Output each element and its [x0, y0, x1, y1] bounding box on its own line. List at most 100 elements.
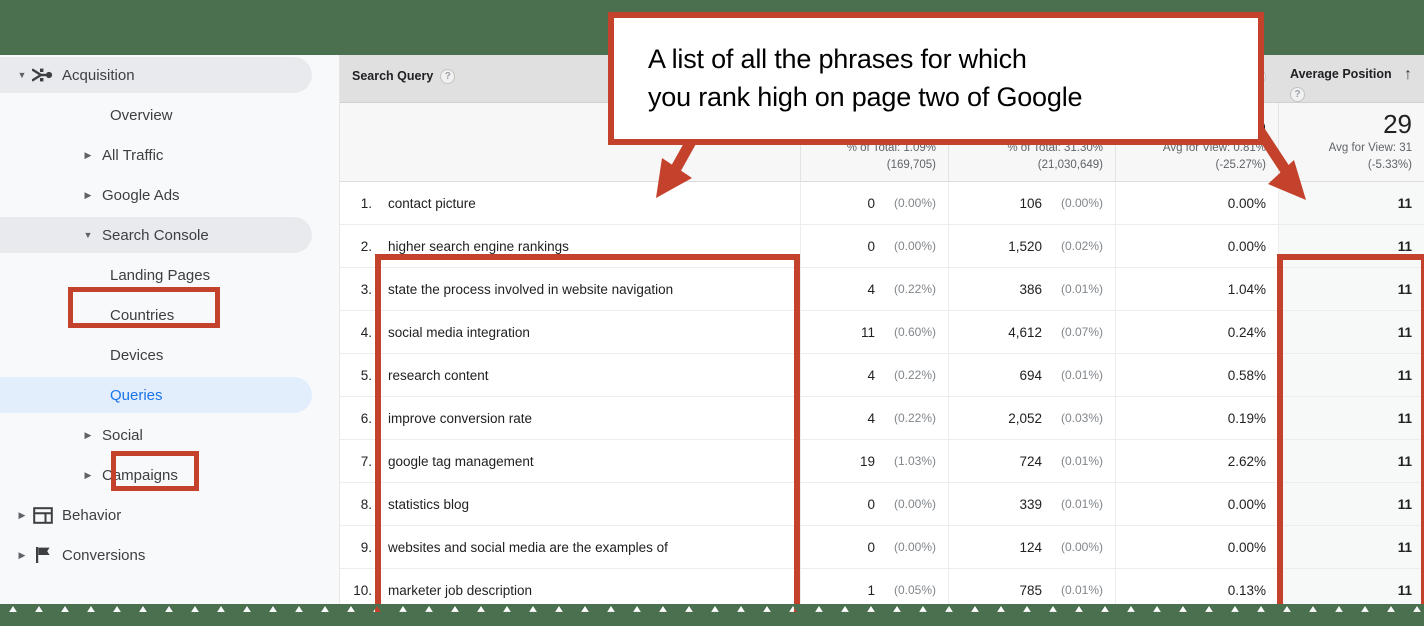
sidebar-item-queries[interactable]: Queries: [0, 375, 339, 415]
sidebar-item-countries[interactable]: Countries: [0, 295, 339, 335]
sidebar-item-all-traffic[interactable]: ▶ All Traffic: [0, 135, 339, 175]
cell-value: 11: [1397, 324, 1412, 340]
cell-value: 4,612: [1008, 324, 1042, 340]
cell-value: 1.04%: [1227, 281, 1266, 297]
chevron-right-icon[interactable]: ▶: [80, 150, 96, 160]
row-index: 1.: [360, 195, 372, 211]
cell-clicks: 19 (1.03%): [800, 440, 948, 482]
table-row[interactable]: 4. social media integration 11 (0.60%) 4,612…: [340, 311, 1424, 354]
summary-subline-2: (169,705): [886, 159, 936, 172]
cell-percent: (0.22%): [893, 282, 936, 296]
cell-average-position: 11: [1278, 440, 1424, 482]
cell-value: 4: [867, 281, 875, 297]
sidebar-item-label: Acquisition: [62, 66, 135, 84]
cell-value: 339: [1019, 496, 1042, 512]
table-row[interactable]: 6. improve conversion rate 4 (0.22%) 2,052 (0…: [340, 397, 1424, 440]
cell-search-query[interactable]: state the process involved in website na…: [376, 268, 800, 310]
cell-value: 11: [1397, 496, 1412, 512]
table-row[interactable]: 9. websites and social media are the exam…: [340, 526, 1424, 569]
table-row[interactable]: 8. statistics blog 0 (0.00%) 339 (0.01%) 0.00%…: [340, 483, 1424, 526]
cell-percent: (0.22%): [893, 368, 936, 382]
column-header-average-position[interactable]: Average Position ↑ ?: [1278, 55, 1424, 102]
cell-percent: (0.01%): [1060, 583, 1103, 597]
cell-average-position: 11: [1278, 268, 1424, 310]
row-highlight-pill: [0, 417, 312, 453]
cell-percent: (0.07%): [1060, 325, 1103, 339]
cell-clicks: 4 (0.22%): [800, 268, 948, 310]
cell-clicks: 0 (0.00%): [800, 483, 948, 525]
cell-value: 0: [867, 238, 875, 254]
cell-search-query[interactable]: research content: [376, 354, 800, 396]
sidebar-item-label: Behavior: [62, 506, 122, 524]
acquisition-icon: [30, 65, 56, 85]
cell-value: 0: [867, 195, 875, 211]
cell-percent: (0.02%): [1060, 239, 1103, 253]
chevron-right-icon[interactable]: ▶: [80, 430, 96, 440]
chevron-down-icon[interactable]: ▼: [80, 230, 96, 240]
sidebar-item-landing-pages[interactable]: Landing Pages: [0, 255, 339, 295]
cell-search-query[interactable]: statistics blog: [376, 483, 800, 525]
table-row[interactable]: 1. contact picture 0 (0.00%) 106 (0.00%) 0.00%…: [340, 182, 1424, 225]
cell-search-query[interactable]: social media integration: [376, 311, 800, 353]
sidebar-item-campaigns[interactable]: ▶ Campaigns: [0, 455, 339, 495]
summary-subline-2: (-25.27%): [1215, 159, 1267, 172]
cell-average-position: 11: [1278, 225, 1424, 267]
row-index: 7.: [360, 453, 372, 469]
annotation-callout: A list of all the phrases for which you …: [608, 12, 1264, 145]
cell-value: 0.00%: [1227, 539, 1266, 555]
sidebar-item-social[interactable]: ▶ Social: [0, 415, 339, 455]
table-row[interactable]: 2. higher search engine rankings 0 (0.00%) 1…: [340, 225, 1424, 268]
cell-impressions: 1,520 (0.02%): [948, 225, 1115, 267]
cell-search-query[interactable]: improve conversion rate: [376, 397, 800, 439]
cell-clicks: 11 (0.60%): [800, 311, 948, 353]
summary-subline-2: (21,030,649): [1037, 159, 1103, 172]
sidebar-item-label: Overview: [110, 106, 173, 124]
row-index: 3.: [360, 281, 372, 297]
row-index: 5.: [360, 367, 372, 383]
cell-value: 4: [867, 410, 875, 426]
cell-impressions: 724 (0.01%): [948, 440, 1115, 482]
chevron-right-icon[interactable]: ▶: [80, 470, 96, 480]
chevron-right-icon[interactable]: ▶: [80, 190, 96, 200]
sidebar-item-label: Countries: [110, 306, 175, 324]
cell-average-position: 11: [1278, 483, 1424, 525]
cell-percent: (1.03%): [893, 454, 936, 468]
chevron-right-icon[interactable]: ▶: [14, 550, 30, 560]
cell-average-position: 11: [1278, 354, 1424, 396]
callout-line-1: A list of all the phrases for which: [648, 44, 1027, 75]
cell-value: 0.19%: [1227, 410, 1266, 426]
cell-impressions: 124 (0.00%): [948, 526, 1115, 568]
callout-line-2: you rank high on page two of Google: [648, 81, 1083, 112]
summary-cell-average-position: 29 Avg for View: 31 (-5.33%): [1278, 103, 1424, 181]
cell-value: 785: [1019, 582, 1042, 598]
sidebar-item-google-ads[interactable]: ▶ Google Ads: [0, 175, 339, 215]
cell-search-query[interactable]: higher search engine rankings: [376, 225, 800, 267]
table-row[interactable]: 7. google tag management 19 (1.03%) 724 (0.01…: [340, 440, 1424, 483]
cell-search-query[interactable]: google tag management: [376, 440, 800, 482]
chevron-right-icon[interactable]: ▶: [14, 510, 30, 520]
cell-impressions: 106 (0.00%): [948, 182, 1115, 224]
sidebar-item-devices[interactable]: Devices: [0, 335, 339, 375]
help-icon[interactable]: ?: [1290, 86, 1305, 102]
table-row[interactable]: 5. research content 4 (0.22%) 694 (0.01%) 0.58…: [340, 354, 1424, 397]
sidebar-item-conversions[interactable]: ▶ Conversions: [0, 535, 339, 575]
cell-search-query[interactable]: contact picture: [376, 182, 800, 224]
cell-percent: (0.00%): [893, 239, 936, 253]
cell-percent: (0.22%): [893, 411, 936, 425]
cell-search-query[interactable]: websites and social media are the exampl…: [376, 526, 800, 568]
cell-percent: (0.00%): [893, 497, 936, 511]
cell-value: 386: [1019, 281, 1042, 297]
cell-ctr: 0.00%: [1115, 526, 1278, 568]
cell-percent: (0.60%): [893, 325, 936, 339]
sidebar-item-acquisition[interactable]: ▼ Acquisition: [0, 55, 339, 95]
cell-impressions: 2,052 (0.03%): [948, 397, 1115, 439]
chevron-down-icon[interactable]: ▼: [14, 70, 30, 80]
sidebar-item-behavior[interactable]: ▶ Behavior: [0, 495, 339, 535]
sort-ascending-icon[interactable]: ↑: [1404, 67, 1412, 83]
sidebar-item-search-console[interactable]: ▼ Search Console: [0, 215, 339, 255]
sidebar-item-overview[interactable]: Overview: [0, 95, 339, 135]
help-icon[interactable]: ?: [440, 69, 456, 84]
cell-clicks: 0 (0.00%): [800, 526, 948, 568]
table-row[interactable]: 3. state the process involved in website …: [340, 268, 1424, 311]
cell-value: 2.62%: [1227, 453, 1266, 469]
